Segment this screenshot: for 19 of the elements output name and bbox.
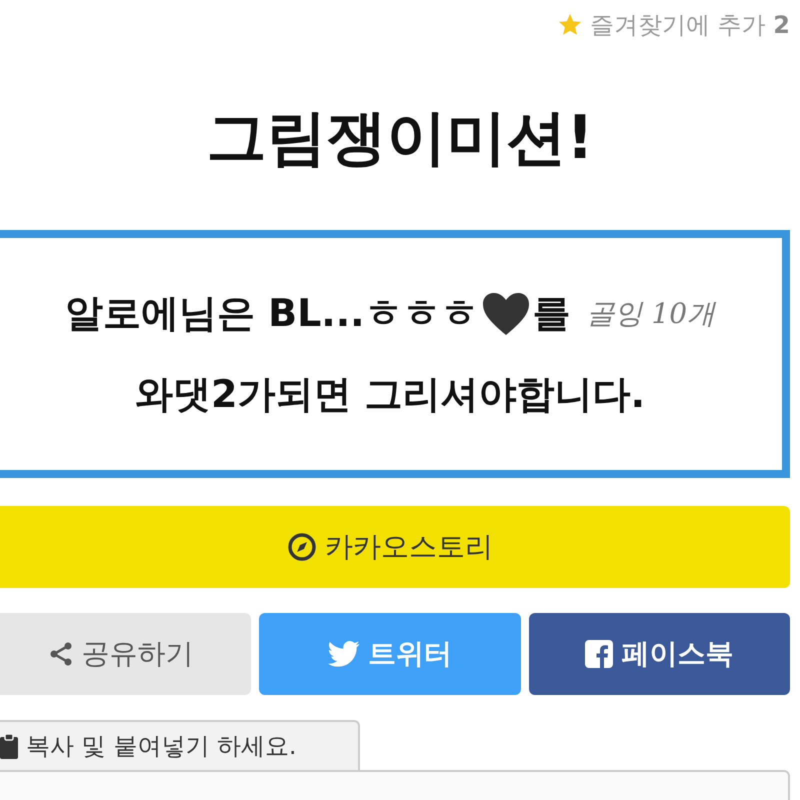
kakaostory-button[interactable]: 카카오스토리 (0, 506, 790, 588)
handwritten-note: 골잉 10개 (586, 296, 716, 332)
favorite-count: 2 (773, 11, 790, 39)
bird-icon (328, 640, 360, 668)
mission-text: 를 (532, 290, 571, 337)
page-title: 그림쟁이미션! (205, 108, 595, 168)
clipboard-icon (0, 733, 18, 759)
heart-icon (480, 290, 531, 336)
copy-tab-label: 복사 및 붙여넣기 하세요. (26, 731, 297, 762)
facebook-icon (585, 640, 614, 668)
facebook-button[interactable]: 페이스북 (528, 613, 790, 695)
compass-icon (287, 532, 317, 562)
copy-tab[interactable]: 복사 및 붙여넣기 하세요. (0, 720, 360, 770)
mission-text: 와댓2가되면 그리셔야합니다. (134, 371, 646, 418)
add-to-favorites-link[interactable]: 즐겨찾기에 추가 2 (590, 7, 790, 43)
mission-text: 알로에님은 BL...ㅎㅎㅎ (64, 290, 479, 337)
share-button[interactable]: 공유하기 (0, 613, 252, 695)
share-icon (48, 641, 74, 667)
star-icon (558, 13, 582, 37)
